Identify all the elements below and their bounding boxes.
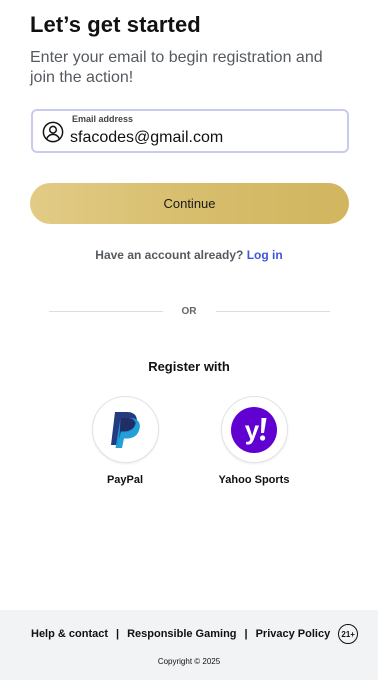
continue-button[interactable]: Continue xyxy=(30,183,349,224)
paypal-register-button[interactable]: PayPal xyxy=(70,396,180,486)
email-field-label: Email address xyxy=(72,114,134,124)
registration-panel: Let’s get started Enter your email to be… xyxy=(0,0,378,610)
paypal-label: PayPal xyxy=(106,474,144,486)
user-circle-icon xyxy=(42,121,64,143)
page-title: Let’s get started xyxy=(30,12,201,37)
yahoo-sports-register-button[interactable]: y Yahoo Sports xyxy=(199,396,309,486)
footer-separator: | xyxy=(116,628,120,640)
age-21-plus-badge: 21+ xyxy=(338,624,359,644)
responsible-gaming-link[interactable]: Responsible Gaming xyxy=(127,628,236,640)
login-link[interactable]: Log in xyxy=(247,248,283,262)
help-contact-link[interactable]: Help & contact xyxy=(31,628,108,640)
copyright-text: Copyright © 2025 xyxy=(157,657,221,666)
email-field[interactable]: Email address xyxy=(31,109,349,153)
yahoo-icon-circle[interactable]: y xyxy=(220,396,288,463)
footer-links: Help & contact | Responsible Gaming | Pr… xyxy=(31,624,359,644)
email-input[interactable] xyxy=(70,128,340,148)
page-subtitle: Enter your email to begin registration a… xyxy=(30,49,323,86)
svg-text:y: y xyxy=(245,415,260,445)
yahoo-sports-label: Yahoo Sports xyxy=(218,474,290,486)
register-with-heading: Register with xyxy=(148,359,230,374)
divider-right xyxy=(216,311,330,312)
footer-separator: | xyxy=(244,628,248,640)
paypal-icon-circle[interactable] xyxy=(91,396,159,463)
yahoo-icon: y xyxy=(231,406,277,453)
privacy-policy-link[interactable]: Privacy Policy xyxy=(256,628,331,640)
account-prompt-text: Have an account already? xyxy=(95,248,244,262)
footer: Help & contact | Responsible Gaming | Pr… xyxy=(0,610,378,680)
account-prompt-row: Have an account already? Log in xyxy=(0,248,378,262)
paypal-icon xyxy=(111,411,140,448)
